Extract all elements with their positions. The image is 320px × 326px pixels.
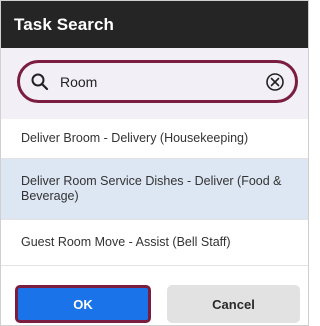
list-item[interactable]: Guest Room Move - Assist (Bell Staff) bbox=[1, 220, 308, 266]
ok-button[interactable]: OK bbox=[15, 285, 151, 323]
search-box[interactable] bbox=[17, 60, 298, 103]
list-item-label: Deliver Room Service Dishes - Deliver (F… bbox=[21, 174, 282, 203]
clear-search-icon[interactable] bbox=[265, 72, 285, 92]
list-item-label: Guest Room Move - Assist (Bell Staff) bbox=[21, 235, 231, 249]
search-area bbox=[1, 48, 308, 119]
task-search-dialog: Task Search Deliver Broom - Delivery (Ho… bbox=[0, 0, 309, 326]
list-item-label: Deliver Broom - Delivery (Housekeeping) bbox=[21, 131, 249, 145]
dialog-titlebar: Task Search bbox=[1, 1, 308, 48]
list-item[interactable]: Deliver Broom - Delivery (Housekeeping) bbox=[1, 119, 308, 159]
search-input[interactable] bbox=[60, 71, 250, 93]
list-item-selected[interactable]: Deliver Room Service Dishes - Deliver (F… bbox=[1, 159, 308, 220]
cancel-button[interactable]: Cancel bbox=[167, 285, 300, 323]
results-list: Deliver Broom - Delivery (Housekeeping) … bbox=[1, 119, 308, 266]
search-icon bbox=[31, 73, 49, 91]
dialog-title: Task Search bbox=[14, 14, 115, 34]
